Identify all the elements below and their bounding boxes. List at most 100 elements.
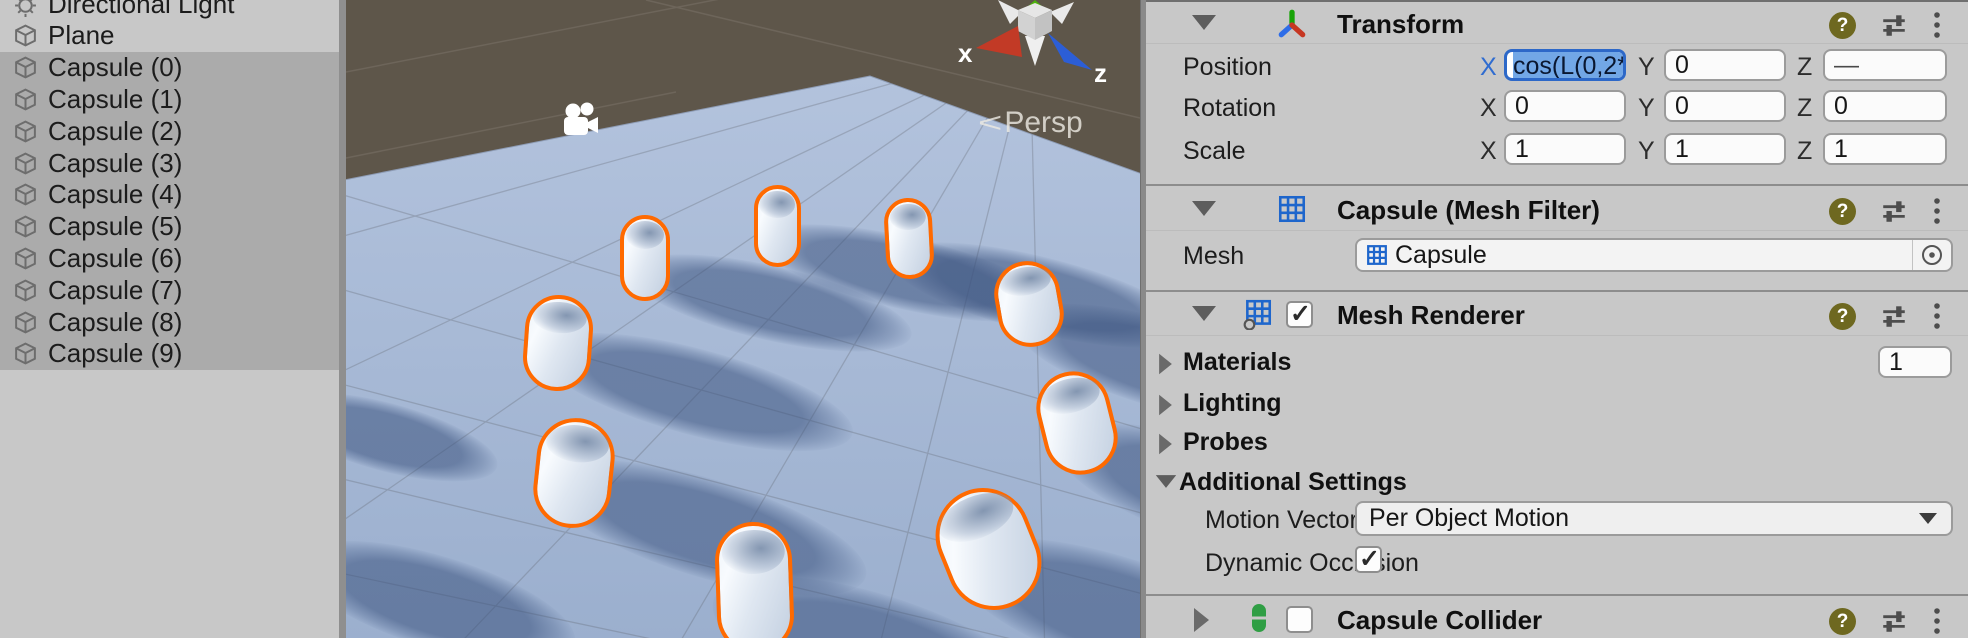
hierarchy-item[interactable]: Plane xyxy=(0,20,339,52)
capsule-object[interactable] xyxy=(754,185,801,267)
foldout-arrow-icon[interactable] xyxy=(1192,201,1216,216)
foldout-arrow-icon[interactable] xyxy=(1192,306,1216,321)
probes-label: Probes xyxy=(1183,428,1268,457)
hierarchy-item-label: Capsule (4) xyxy=(48,179,182,210)
presets-icon[interactable] xyxy=(1880,302,1908,330)
hierarchy-item[interactable]: Capsule (1) xyxy=(0,83,339,115)
probes-foldout-icon[interactable] xyxy=(1159,434,1172,454)
lighting-label: Lighting xyxy=(1183,389,1282,418)
component-enabled-checkbox[interactable] xyxy=(1286,301,1313,328)
position-label: Position xyxy=(1183,53,1272,82)
capsule-shadow xyxy=(346,516,588,638)
gizmo-x-axis-icon[interactable] xyxy=(976,26,1022,57)
cube-icon xyxy=(13,151,38,176)
capsule-collider-icon xyxy=(1244,602,1274,634)
hierarchy-item[interactable]: Capsule (9) xyxy=(0,338,339,370)
rotation-z-axis-label: Z xyxy=(1797,94,1812,123)
mesh-object-value: Capsule xyxy=(1395,241,1487,270)
scene-orientation-gizmo[interactable]: x z xyxy=(946,0,1126,100)
cube-icon xyxy=(13,87,38,112)
kebab-menu-icon[interactable] xyxy=(1932,10,1942,40)
capsule-object[interactable] xyxy=(620,215,670,301)
scale-z-axis-label: Z xyxy=(1797,137,1812,166)
capsule-object[interactable] xyxy=(883,196,935,279)
hierarchy-item-label: Capsule (7) xyxy=(48,275,182,306)
rotation-y-field[interactable]: 0 xyxy=(1664,90,1786,122)
hierarchy-item[interactable]: Capsule (2) xyxy=(0,115,339,147)
scene-view[interactable]: x z < Persp xyxy=(346,0,1140,638)
rotation-z-field[interactable]: 0 xyxy=(1823,90,1947,122)
camera-gizmo-icon[interactable] xyxy=(560,100,600,152)
help-icon[interactable]: ? xyxy=(1829,608,1856,635)
object-picker-icon[interactable] xyxy=(1912,240,1951,270)
transform-icon xyxy=(1276,8,1308,40)
component-title: Mesh Renderer xyxy=(1337,300,1525,331)
help-icon[interactable]: ? xyxy=(1829,198,1856,225)
component-enabled-checkbox[interactable] xyxy=(1286,606,1313,633)
position-z-field[interactable]: — xyxy=(1823,49,1947,81)
gizmo-z-axis-icon[interactable] xyxy=(1048,33,1092,70)
perspective-toggle[interactable]: < Persp xyxy=(982,106,1083,140)
mesh-renderer-header[interactable]: Mesh Renderer ? xyxy=(1146,293,1968,335)
scale-y-field[interactable]: 1 xyxy=(1664,133,1786,165)
gizmo-z-label: z xyxy=(1094,58,1107,88)
lighting-foldout-icon[interactable] xyxy=(1159,395,1172,415)
hierarchy-item[interactable]: Capsule (0) xyxy=(0,52,339,84)
hierarchy-item[interactable]: Capsule (6) xyxy=(0,242,339,274)
rotation-label: Rotation xyxy=(1183,94,1276,123)
rotation-x-field[interactable]: 0 xyxy=(1504,90,1626,122)
cube-icon xyxy=(13,119,38,144)
position-z-axis-label: Z xyxy=(1797,53,1812,82)
capsule-object[interactable] xyxy=(713,521,795,638)
hierarchy-panel[interactable]: Directional LightPlaneCapsule (0)Capsule… xyxy=(0,0,339,638)
mesh-filter-header[interactable]: Capsule (Mesh Filter) ? xyxy=(1146,188,1968,230)
position-x-field[interactable]: cos(L(0,2* xyxy=(1504,49,1626,81)
hierarchy-item[interactable]: Directional Light xyxy=(0,0,339,20)
cube-icon xyxy=(13,182,38,207)
hierarchy-item[interactable]: Capsule (5) xyxy=(0,211,339,243)
foldout-arrow-icon[interactable] xyxy=(1194,608,1209,632)
kebab-menu-icon[interactable] xyxy=(1932,301,1942,331)
presets-icon[interactable] xyxy=(1880,607,1908,635)
hierarchy-item-label: Capsule (5) xyxy=(48,211,182,242)
motion-vectors-label: Motion Vectors xyxy=(1205,506,1370,535)
mesh-filter-icon xyxy=(1276,193,1308,225)
scale-x-field[interactable]: 1 xyxy=(1504,133,1626,165)
position-y-field[interactable]: 0 xyxy=(1664,49,1786,81)
hierarchy-item-label: Capsule (3) xyxy=(48,148,182,179)
materials-foldout-icon[interactable] xyxy=(1159,354,1172,374)
scale-x-axis-label: X xyxy=(1480,137,1497,166)
dynamic-occlusion-checkbox[interactable] xyxy=(1355,546,1382,573)
gizmo-axis-cone[interactable] xyxy=(1050,2,1074,24)
kebab-menu-icon[interactable] xyxy=(1932,606,1942,636)
component-title: Capsule (Mesh Filter) xyxy=(1337,195,1600,226)
cube-icon xyxy=(13,55,38,80)
hierarchy-item[interactable]: Capsule (8) xyxy=(0,306,339,338)
presets-icon[interactable] xyxy=(1880,197,1908,225)
dropdown-arrow-icon xyxy=(1919,513,1937,524)
persp-label: Persp xyxy=(1004,106,1082,140)
capsule-shadow xyxy=(346,374,506,499)
hierarchy-item[interactable]: Capsule (7) xyxy=(0,274,339,306)
scale-z-field[interactable]: 1 xyxy=(1823,133,1947,165)
materials-count-field[interactable]: 1 xyxy=(1878,346,1952,378)
gizmo-axis-cone[interactable] xyxy=(1025,36,1045,66)
additional-settings-foldout-icon[interactable] xyxy=(1156,475,1176,488)
capsule-collider-header[interactable]: Capsule Collider ? xyxy=(1146,598,1968,638)
foldout-arrow-icon[interactable] xyxy=(1192,15,1216,30)
motion-vectors-dropdown[interactable]: Per Object Motion xyxy=(1355,501,1953,536)
additional-settings-label: Additional Settings xyxy=(1179,468,1407,497)
hierarchy-item[interactable]: Capsule (4) xyxy=(0,179,339,211)
mesh-icon xyxy=(1365,243,1389,267)
cube-icon xyxy=(13,310,38,335)
help-icon[interactable]: ? xyxy=(1829,303,1856,330)
transform-header[interactable]: Transform ? xyxy=(1146,2,1968,44)
kebab-menu-icon[interactable] xyxy=(1932,196,1942,226)
cube-icon xyxy=(13,214,38,239)
presets-icon[interactable] xyxy=(1880,11,1908,39)
hierarchy-item[interactable]: Capsule (3) xyxy=(0,147,339,179)
rotation-y-axis-label: Y xyxy=(1638,94,1655,123)
mesh-object-field[interactable]: Capsule xyxy=(1355,238,1953,272)
hierarchy-item-label: Directional Light xyxy=(48,0,234,20)
help-icon[interactable]: ? xyxy=(1829,12,1856,39)
